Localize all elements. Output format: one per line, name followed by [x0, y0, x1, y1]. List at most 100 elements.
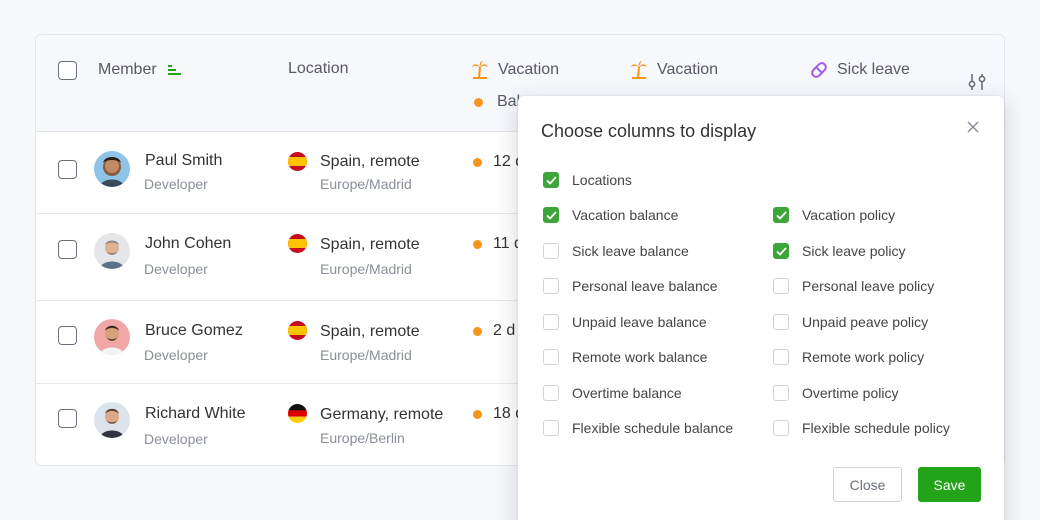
option-vacation-balance[interactable]: Vacation balance — [543, 207, 678, 223]
checkbox-unchecked[interactable] — [773, 385, 789, 401]
option-label: Remote work policy — [802, 349, 925, 365]
vacation-dot — [473, 158, 482, 167]
sort-icon[interactable] — [165, 60, 185, 80]
option-sick-leave-balance[interactable]: Sick leave balance — [543, 243, 689, 259]
column-location[interactable]: Location — [288, 60, 349, 78]
member-role: Developer — [144, 176, 208, 192]
column-member[interactable]: Member — [98, 60, 185, 80]
option-label: Personal leave policy — [802, 278, 935, 294]
row-checkbox[interactable] — [58, 240, 77, 259]
select-all-checkbox[interactable] — [58, 61, 77, 80]
checkbox-unchecked[interactable] — [543, 243, 559, 259]
checkbox-checked[interactable] — [773, 243, 789, 259]
checkbox-unchecked[interactable] — [543, 314, 559, 330]
column-settings-icon[interactable] — [966, 71, 988, 93]
avatar — [94, 402, 130, 438]
option-vacation-policy[interactable]: Vacation policy — [773, 207, 895, 223]
pill-icon — [809, 60, 829, 80]
balance-subheader: Bal — [474, 93, 520, 111]
member-name: Richard White — [145, 405, 246, 422]
save-button[interactable]: Save — [918, 467, 981, 502]
vacation-dot — [473, 327, 482, 336]
balance-subheader-label: Bal — [497, 93, 521, 110]
checkbox-unchecked[interactable] — [543, 420, 559, 436]
member-role: Developer — [144, 431, 208, 447]
option-label: Sick leave balance — [572, 243, 689, 259]
location-timezone: Europe/Madrid — [320, 347, 412, 363]
checkbox-checked[interactable] — [773, 207, 789, 223]
close-icon[interactable] — [964, 118, 982, 136]
option-label: Remote work balance — [572, 349, 708, 365]
checkbox-unchecked[interactable] — [773, 420, 789, 436]
palm-tree-icon — [470, 60, 490, 80]
location-name: Spain, remote — [320, 153, 420, 170]
option-overtime-balance[interactable]: Overtime balance — [543, 385, 682, 401]
avatar — [94, 151, 130, 187]
location-timezone: Europe/Berlin — [320, 430, 405, 446]
checkbox-checked[interactable] — [543, 172, 559, 188]
member-name: Paul Smith — [145, 152, 223, 169]
choose-columns-dialog: Choose columns to display Locations Vaca… — [518, 96, 1004, 520]
location-timezone: Europe/Madrid — [320, 261, 412, 277]
checkbox-unchecked[interactable] — [773, 278, 789, 294]
row-checkbox[interactable] — [58, 409, 77, 428]
location-timezone: Europe/Madrid — [320, 176, 412, 192]
column-vacation-2[interactable]: Vacation — [629, 60, 718, 80]
palm-tree-icon — [629, 60, 649, 80]
checkbox-unchecked[interactable] — [773, 314, 789, 330]
option-remote-work-policy[interactable]: Remote work policy — [773, 349, 924, 365]
column-sick-leave-label: Sick leave — [837, 61, 910, 78]
column-sick-leave[interactable]: Sick leave — [809, 60, 910, 80]
option-overtime-policy[interactable]: Overtime policy — [773, 385, 898, 401]
avatar — [94, 233, 130, 269]
location-name: Spain, remote — [320, 323, 420, 340]
option-sick-leave-policy[interactable]: Sick leave policy — [773, 243, 906, 259]
location-name: Spain, remote — [320, 236, 420, 253]
option-label: Overtime balance — [572, 385, 682, 401]
member-name: Bruce Gomez — [145, 322, 243, 339]
option-personal-leave-policy[interactable]: Personal leave policy — [773, 278, 934, 294]
spain-flag-icon — [288, 234, 307, 253]
option-flexible-schedule-balance[interactable]: Flexible schedule balance — [543, 420, 733, 436]
spain-flag-icon — [288, 152, 307, 171]
option-label: Sick leave policy — [802, 243, 906, 259]
dialog-title: Choose columns to display — [541, 121, 757, 141]
member-name: John Cohen — [145, 235, 232, 252]
option-label: Flexible schedule policy — [802, 420, 950, 436]
option-label: Unpaid peave policy — [802, 314, 929, 330]
vacation-dot — [474, 97, 483, 107]
option-flexible-schedule-policy[interactable]: Flexible schedule policy — [773, 420, 950, 436]
option-label: Flexible schedule balance — [572, 420, 734, 436]
option-label: Vacation policy — [802, 207, 896, 223]
option-label: Overtime policy — [802, 385, 899, 401]
column-location-label: Location — [288, 60, 349, 77]
option-label: Personal leave balance — [572, 278, 718, 294]
option-label: Vacation balance — [572, 207, 679, 223]
avatar — [94, 319, 130, 355]
option-personal-leave-balance[interactable]: Personal leave balance — [543, 278, 718, 294]
location-name: Germany, remote — [320, 406, 444, 423]
option-label: Locations — [572, 172, 632, 188]
checkbox-unchecked[interactable] — [773, 349, 789, 365]
close-button[interactable]: Close — [833, 467, 902, 502]
vacation-dot — [473, 240, 482, 249]
spain-flag-icon — [288, 321, 307, 340]
column-vacation-1[interactable]: Vacation — [470, 60, 559, 80]
checkbox-unchecked[interactable] — [543, 385, 559, 401]
row-checkbox[interactable] — [58, 160, 77, 179]
vacation-balance-value: 2 d — [493, 322, 516, 339]
column-vacation-2-label: Vacation — [657, 61, 719, 78]
option-label: Unpaid leave balance — [572, 314, 707, 330]
option-unpaid-leave-balance[interactable]: Unpaid leave balance — [543, 314, 707, 330]
germany-flag-icon — [288, 404, 307, 423]
vacation-dot — [473, 410, 482, 419]
option-unpaid-peave-policy[interactable]: Unpaid peave policy — [773, 314, 928, 330]
option-locations[interactable]: Locations — [543, 172, 632, 188]
row-checkbox[interactable] — [58, 326, 77, 345]
checkbox-unchecked[interactable] — [543, 349, 559, 365]
checkbox-unchecked[interactable] — [543, 278, 559, 294]
checkbox-checked[interactable] — [543, 207, 559, 223]
option-remote-work-balance[interactable]: Remote work balance — [543, 349, 707, 365]
column-vacation-1-label: Vacation — [498, 61, 560, 78]
column-member-label: Member — [98, 61, 157, 78]
